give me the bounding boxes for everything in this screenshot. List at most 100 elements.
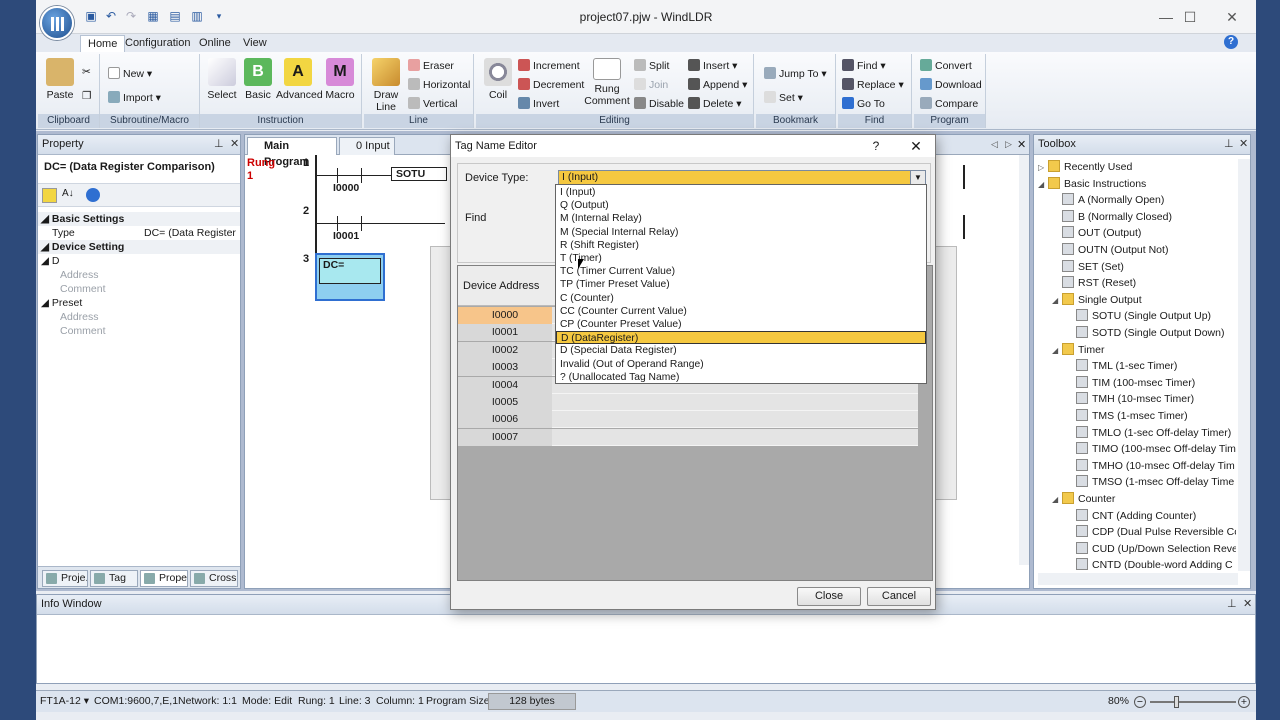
- dropdown-option[interactable]: TC (Timer Current Value): [556, 265, 926, 278]
- draw-line-button[interactable]: Draw Line: [364, 58, 408, 113]
- table-row[interactable]: I0005: [458, 394, 918, 411]
- dialog-close-icon[interactable]: ✕: [905, 135, 927, 157]
- delete-button[interactable]: Delete ▾: [688, 96, 742, 113]
- toolbox-item[interactable]: ◢ Counter: [1052, 491, 1115, 507]
- prop-type-row[interactable]: Type DC= (Data Register: [38, 226, 240, 240]
- zoom-slider-thumb[interactable]: [1174, 696, 1179, 708]
- dropdown-option[interactable]: Invalid (Out of Operand Range): [556, 358, 926, 371]
- expand-toggle-icon[interactable]: ◢: [1052, 343, 1062, 359]
- advanced-button[interactable]: A Advanced: [276, 58, 323, 101]
- prop-address[interactable]: Address: [38, 268, 240, 282]
- toolbox-item[interactable]: ▷ Recently Used: [1038, 159, 1132, 175]
- compare-button[interactable]: Compare: [920, 96, 978, 113]
- tab-configuration[interactable]: Configuration: [118, 35, 197, 52]
- split-button[interactable]: Split: [634, 58, 669, 75]
- toolbox-item[interactable]: TIMO (100-msec Off-delay Tim: [1066, 441, 1236, 457]
- expand-toggle-icon[interactable]: ◢: [1038, 177, 1048, 193]
- toolbox-vertical-scrollbar[interactable]: [1238, 159, 1250, 571]
- paste-button[interactable]: Paste: [38, 58, 82, 101]
- tab-view[interactable]: View: [236, 35, 274, 52]
- vertical-button[interactable]: Vertical: [408, 96, 457, 113]
- device-address-cell[interactable]: I0004: [458, 376, 552, 394]
- close-button[interactable]: ✕: [1217, 8, 1247, 26]
- dropdown-option[interactable]: R (Shift Register): [556, 239, 926, 252]
- toolbox-item[interactable]: TMS (1-msec Timer): [1066, 408, 1188, 424]
- toolbox-item[interactable]: ◢ Single Output: [1052, 292, 1142, 308]
- dropdown-option[interactable]: ? (Unallocated Tag Name): [556, 371, 926, 384]
- dropdown-option[interactable]: TP (Timer Preset Value): [556, 278, 926, 291]
- prop-basic-settings[interactable]: ◢ Basic Settings: [38, 212, 240, 226]
- toolbox-item[interactable]: CNT (Adding Counter): [1066, 508, 1196, 524]
- dropdown-option[interactable]: CP (Counter Preset Value): [556, 318, 926, 331]
- jump-to-button[interactable]: Jump To ▾: [764, 66, 827, 83]
- increment-button[interactable]: Increment: [518, 58, 580, 75]
- categorized-icon[interactable]: [42, 188, 57, 203]
- append-button[interactable]: Append ▾: [688, 77, 747, 94]
- dropdown-option[interactable]: T (Timer): [556, 252, 926, 265]
- invert-button[interactable]: Invert: [518, 96, 559, 113]
- toolbox-item[interactable]: SOTU (Single Output Up): [1066, 308, 1211, 324]
- new-button[interactable]: New ▾: [108, 66, 152, 83]
- dialog-help-button[interactable]: ?: [865, 135, 887, 157]
- cut-icon[interactable]: ✂: [82, 64, 91, 81]
- col-device-address[interactable]: Device Address: [463, 280, 539, 292]
- selected-cell[interactable]: DC=: [315, 253, 385, 301]
- toolbox-item[interactable]: OUTN (Output Not): [1052, 242, 1168, 258]
- decrement-button[interactable]: Decrement: [518, 77, 584, 94]
- macro-button[interactable]: M Macro: [318, 58, 362, 101]
- info-icon[interactable]: [86, 188, 100, 202]
- dropdown-option[interactable]: D (Special Data Register): [556, 344, 926, 357]
- zoom-slider[interactable]: [1150, 701, 1236, 703]
- device-type-combobox[interactable]: I (Input) ▼: [558, 170, 926, 185]
- horizontal-button[interactable]: Horizontal: [408, 77, 470, 94]
- expand-toggle-icon[interactable]: ◢: [1052, 293, 1062, 309]
- tab-scroll-left-icon[interactable]: ◁: [991, 139, 998, 150]
- expand-toggle-icon[interactable]: ▷: [1038, 160, 1048, 176]
- toolbox-item[interactable]: ◢ Basic Instructions: [1038, 176, 1146, 192]
- device-address-cell[interactable]: I0001: [458, 324, 552, 342]
- toolbox-item[interactable]: CUD (Up/Down Selection Reve: [1066, 541, 1236, 557]
- set-button[interactable]: Set ▾: [764, 90, 803, 107]
- close-button[interactable]: Close: [797, 587, 861, 606]
- expand-toggle-icon[interactable]: ◢: [1052, 492, 1062, 508]
- device-address-cell[interactable]: I0005: [458, 394, 552, 411]
- dropdown-option[interactable]: CC (Counter Current Value): [556, 305, 926, 318]
- prop-preset[interactable]: ◢ Preset: [38, 296, 240, 310]
- editor-close-icon[interactable]: ✕: [1017, 138, 1026, 151]
- prop-d[interactable]: ◢ D: [38, 254, 240, 268]
- find-button[interactable]: Find ▾: [842, 58, 886, 75]
- contact-i0001[interactable]: I0001: [333, 230, 359, 242]
- dc-equal-instruction[interactable]: DC=: [319, 258, 381, 284]
- toolbox-item[interactable]: CNTD (Double-word Adding C: [1066, 557, 1233, 571]
- dropdown-option[interactable]: Q (Output): [556, 199, 926, 212]
- contact-i0000[interactable]: I0000: [333, 182, 359, 194]
- help-icon[interactable]: ?: [1224, 35, 1238, 49]
- tab-online[interactable]: Online: [192, 35, 238, 52]
- tab-input[interactable]: 0 Input: [339, 137, 395, 155]
- prop-preset-address[interactable]: Address: [38, 310, 240, 324]
- device-address-cell[interactable]: I0003: [458, 359, 552, 377]
- cancel-button[interactable]: Cancel: [867, 587, 931, 606]
- device-address-cell[interactable]: I0007: [458, 428, 552, 446]
- toolbox-item[interactable]: TML (1-sec Timer): [1066, 358, 1177, 374]
- eraser-button[interactable]: Eraser: [408, 58, 454, 75]
- pin-icon[interactable]: ⊥: [1224, 135, 1234, 154]
- convert-button[interactable]: Convert: [920, 58, 972, 75]
- basic-button[interactable]: B Basic: [236, 58, 280, 101]
- sotu-instruction[interactable]: SOTU: [391, 167, 447, 181]
- device-address-cell[interactable]: I0000: [458, 307, 552, 324]
- coil-button[interactable]: Coil: [476, 58, 520, 101]
- toolbox-item[interactable]: RST (Reset): [1052, 275, 1136, 291]
- prop-preset-comment[interactable]: Comment: [38, 324, 240, 338]
- toolbox-item[interactable]: SET (Set): [1052, 259, 1124, 275]
- close-icon[interactable]: ✕: [230, 135, 239, 154]
- toolbox-item[interactable]: OUT (Output): [1052, 225, 1141, 241]
- toolbox-item[interactable]: A (Normally Open): [1052, 192, 1164, 208]
- dropdown-option[interactable]: M (Special Internal Relay): [556, 226, 926, 239]
- pin-icon[interactable]: ⊥: [214, 135, 224, 154]
- download-button[interactable]: Download: [920, 77, 982, 94]
- toolbox-item[interactable]: SOTD (Single Output Down): [1066, 325, 1224, 341]
- zoom-out-icon[interactable]: −: [1134, 696, 1146, 708]
- pin-icon[interactable]: ⊥: [1227, 595, 1237, 614]
- tab-cross-reference[interactable]: Cross...: [190, 570, 238, 587]
